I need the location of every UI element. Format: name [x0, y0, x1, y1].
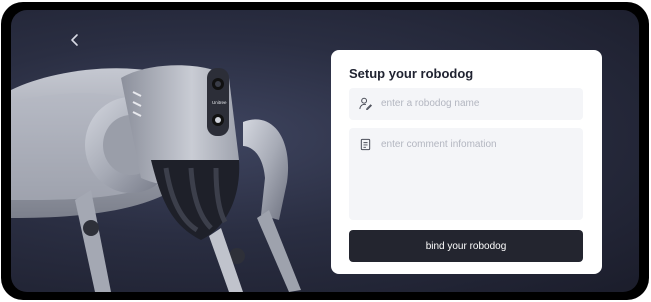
brand-logo-text: Unitree: [212, 100, 227, 105]
robodog-name-field[interactable]: enter a robodog name: [349, 88, 583, 120]
tablet-frame: Unitree Setup your robodog enter a robod…: [1, 2, 649, 300]
note-icon: [360, 138, 371, 151]
page-title: Setup your robodog: [349, 66, 474, 81]
robodog-image: Unitree: [11, 65, 301, 292]
setup-card: Setup your robodog enter a robodog name …: [331, 50, 602, 274]
comment-field[interactable]: enter comment infomation: [349, 128, 583, 220]
chevron-left-icon: [71, 34, 78, 46]
back-button[interactable]: [63, 28, 87, 52]
user-edit-icon: [359, 97, 372, 110]
comment-placeholder: enter comment infomation: [381, 139, 497, 150]
robodog-name-placeholder: enter a robodog name: [381, 98, 480, 109]
app-screen: Unitree Setup your robodog enter a robod…: [11, 10, 639, 292]
bind-robodog-button[interactable]: bind your robodog: [349, 230, 583, 262]
